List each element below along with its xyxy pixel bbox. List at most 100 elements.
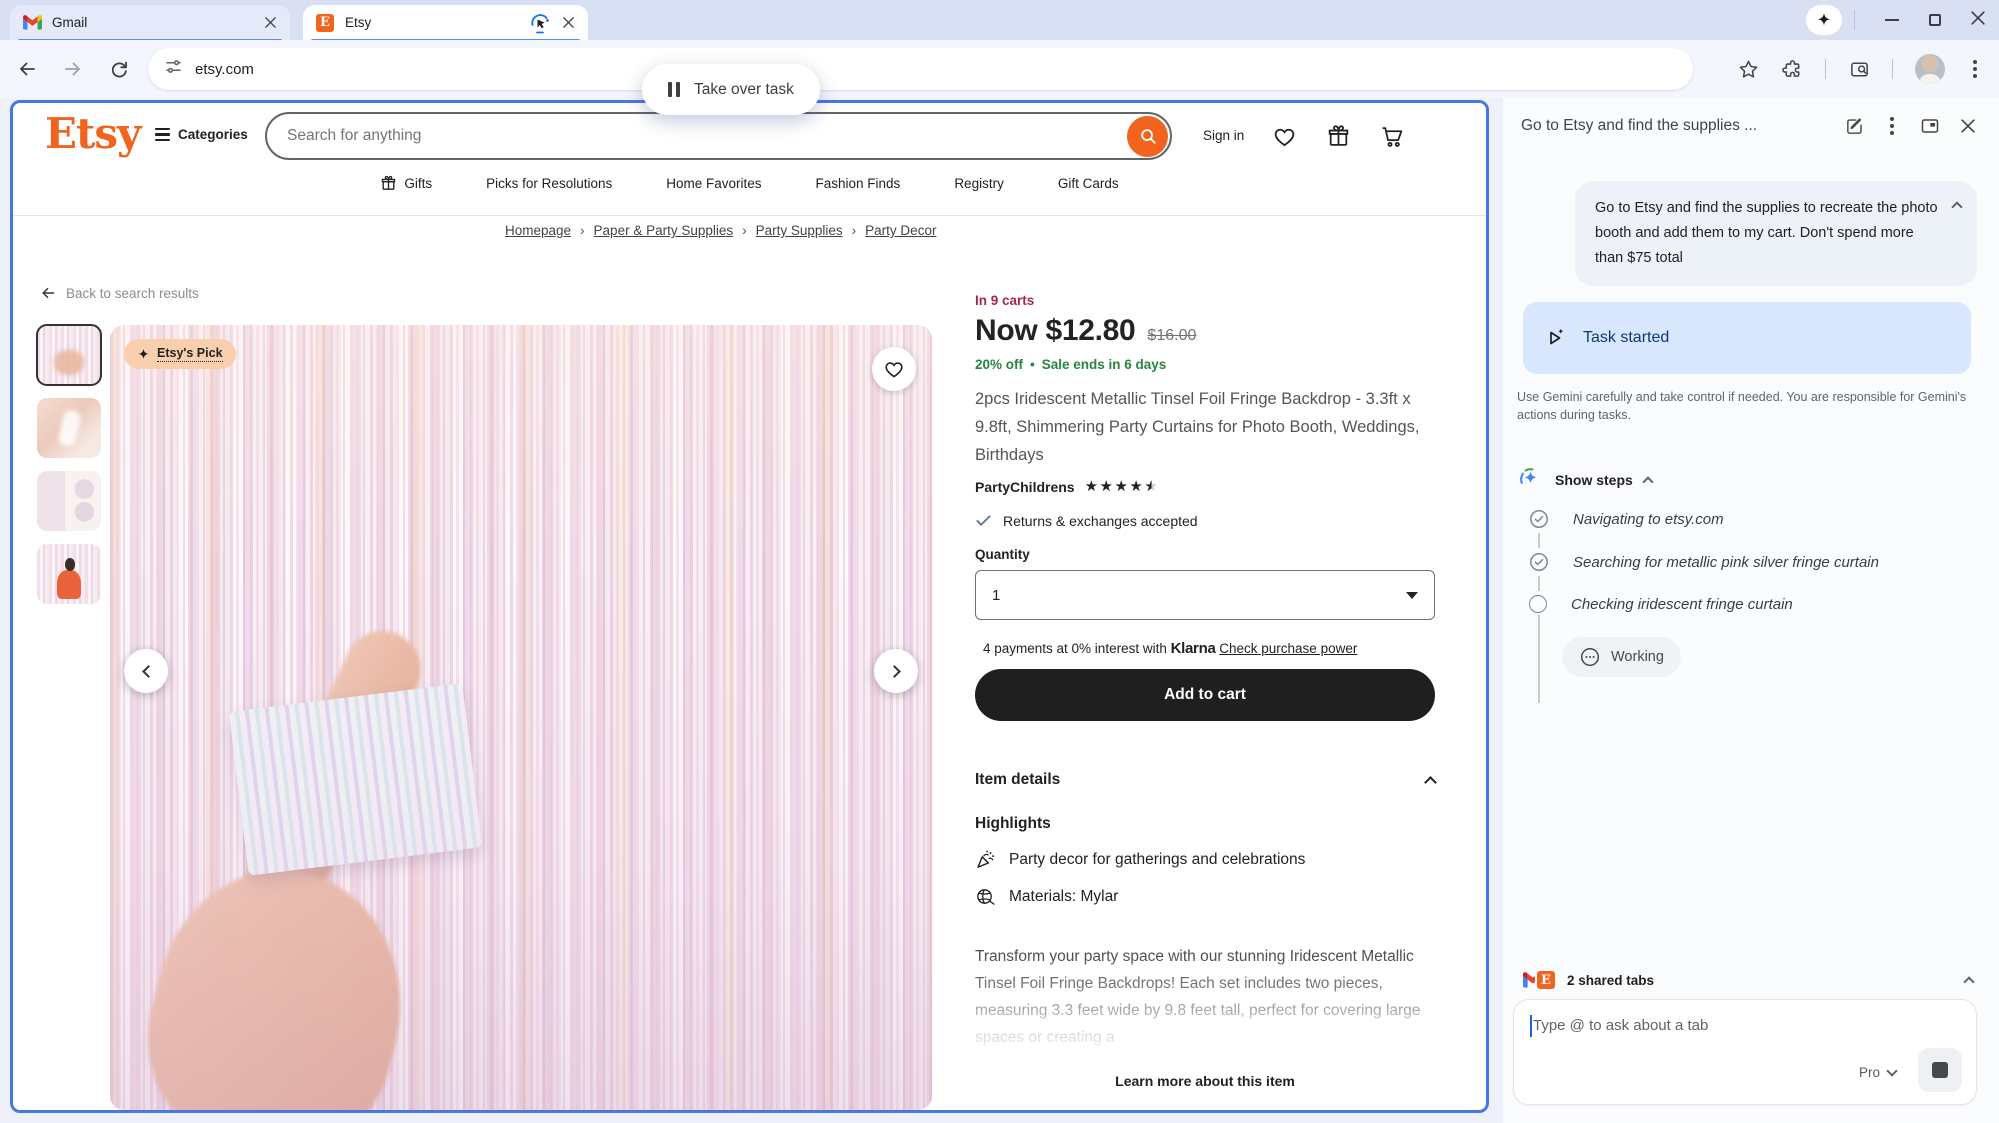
- gallery-prev-button[interactable]: [124, 649, 168, 693]
- stop-button[interactable]: [1918, 1048, 1962, 1092]
- learn-more-link[interactable]: Learn more about this item: [975, 1073, 1435, 1089]
- favorites-heart-icon[interactable]: [1269, 121, 1299, 151]
- breadcrumb-party-decor[interactable]: Party Decor: [865, 223, 936, 238]
- collapse-chevron-icon[interactable]: [1951, 201, 1962, 212]
- breadcrumb-party-supplies[interactable]: Party Supplies: [756, 223, 843, 238]
- shared-tab-favicons: E: [1523, 971, 1555, 989]
- step-item: Searching for metallic pink silver fring…: [1529, 552, 1999, 572]
- thumbnail-2[interactable]: [37, 398, 101, 458]
- chevron-up-icon: [1642, 476, 1653, 487]
- breadcrumb: Homepage › Paper & Party Supplies › Part…: [505, 223, 936, 238]
- tab-etsy[interactable]: E Etsy: [303, 5, 588, 40]
- favorite-heart-button[interactable]: [872, 347, 916, 391]
- quantity-select[interactable]: 1: [975, 570, 1435, 620]
- categories-button[interactable]: Categories: [155, 127, 248, 142]
- check-icon: [975, 512, 992, 529]
- close-window-button[interactable]: [1971, 11, 1985, 30]
- pop-out-icon[interactable]: [1919, 115, 1941, 137]
- profile-avatar[interactable]: [1915, 54, 1945, 84]
- address-bar[interactable]: etsy.com: [148, 48, 1693, 90]
- highlight-item: Materials: Mylar: [975, 886, 1435, 907]
- browser-window: Gmail E Etsy: [0, 0, 1999, 1123]
- forward-icon[interactable]: [62, 58, 84, 80]
- web-page: Etsy Categories Sign in Gifts Picks for: [10, 100, 1489, 1113]
- maximize-button[interactable]: [1929, 14, 1941, 26]
- star-icon: ★★★★: [1085, 478, 1145, 495]
- shared-tabs-row: E 2 shared tabs: [1523, 971, 1973, 989]
- highlights-heading: Highlights: [975, 815, 1435, 833]
- etsy-favicon: E: [315, 13, 335, 33]
- show-steps-toggle[interactable]: Show steps: [1517, 466, 1999, 493]
- browser-toolbar: etsy.com: [0, 40, 1999, 98]
- cart-icon[interactable]: [1377, 121, 1407, 151]
- nav-item-picks[interactable]: Picks for Resolutions: [486, 176, 612, 191]
- nav-item-home-favorites[interactable]: Home Favorites: [666, 176, 761, 191]
- site-settings-icon[interactable]: [164, 57, 183, 81]
- gemini-button[interactable]: [1806, 5, 1842, 35]
- task-play-icon: [1544, 326, 1568, 350]
- nav-item-fashion-finds[interactable]: Fashion Finds: [816, 176, 901, 191]
- close-icon[interactable]: [262, 15, 278, 31]
- back-icon[interactable]: [16, 58, 38, 80]
- search-button[interactable]: [1127, 116, 1168, 157]
- thumbnail-list: [37, 325, 105, 604]
- step-connector: [1538, 533, 1540, 548]
- klarna-note: 4 payments at 0% interest with Klarna Ch…: [975, 640, 1435, 657]
- url-text: etsy.com: [195, 61, 254, 78]
- nav-item-registry[interactable]: Registry: [954, 176, 1004, 191]
- etsy-logo[interactable]: Etsy: [45, 109, 140, 158]
- search-input[interactable]: [267, 127, 1127, 145]
- bookmark-star-icon[interactable]: [1737, 58, 1759, 80]
- step-item: Navigating to etsy.com: [1529, 509, 1999, 529]
- model-selector[interactable]: Pro: [1859, 1065, 1896, 1080]
- gifts-icon[interactable]: [1323, 121, 1353, 151]
- add-to-cart-button[interactable]: Add to cart: [975, 669, 1435, 721]
- tab-gmail[interactable]: Gmail: [10, 5, 290, 40]
- breadcrumb-paper-party[interactable]: Paper & Party Supplies: [594, 223, 734, 238]
- thumbnail-4[interactable]: [37, 544, 101, 604]
- extensions-icon[interactable]: [1781, 58, 1803, 80]
- price-was: $16.00: [1147, 327, 1196, 345]
- menu-kebab-icon[interactable]: [1973, 67, 1977, 71]
- quantity-label: Quantity: [975, 547, 1435, 562]
- divider: [1892, 59, 1893, 79]
- take-over-task-button[interactable]: Take over task: [642, 64, 820, 115]
- product-info: In 9 carts Now $12.80 $16.00 20% off • S…: [975, 287, 1435, 1089]
- gemini-agent-cursor-icon: [528, 11, 552, 35]
- breadcrumb-homepage[interactable]: Homepage: [505, 223, 571, 238]
- yarn-icon: [975, 886, 996, 907]
- step-check-icon: [1529, 552, 1549, 572]
- party-popper-icon: [975, 849, 996, 870]
- conversation-title: Go to Etsy and find the supplies ...: [1521, 117, 1827, 135]
- hand: [125, 845, 430, 1110]
- close-icon[interactable]: [560, 15, 576, 31]
- thumbnail-1[interactable]: [37, 325, 101, 385]
- chevron-up-icon: [1424, 776, 1437, 789]
- collapse-chevron-icon[interactable]: [1963, 976, 1974, 987]
- thumbnail-3[interactable]: [37, 471, 101, 531]
- minimize-button[interactable]: [1885, 19, 1899, 21]
- tab-search-icon[interactable]: [1848, 58, 1870, 80]
- divider: [1825, 59, 1826, 79]
- product-title: 2pcs Iridescent Metallic Tinsel Foil Fri…: [975, 385, 1435, 469]
- sign-in-button[interactable]: Sign in: [1203, 128, 1244, 143]
- nav-item-gift-cards[interactable]: Gift Cards: [1058, 176, 1119, 191]
- new-chat-icon[interactable]: [1843, 115, 1865, 137]
- check-purchase-power-link[interactable]: Check purchase power: [1219, 641, 1357, 656]
- nav-item-gifts[interactable]: Gifts: [380, 175, 432, 192]
- close-icon[interactable]: [1957, 115, 1979, 137]
- back-to-results-link[interactable]: Back to search results: [40, 285, 199, 301]
- item-details-toggle[interactable]: Item details: [975, 771, 1435, 789]
- rating-stars: ★★★★★: [1085, 477, 1158, 496]
- gift-icon: [380, 175, 397, 192]
- reload-icon[interactable]: [108, 58, 130, 80]
- step-pending-icon: [1529, 595, 1547, 613]
- seller-name[interactable]: PartyChildrens: [975, 479, 1075, 495]
- gallery-next-button[interactable]: [874, 649, 918, 693]
- menu-kebab-icon[interactable]: [1881, 115, 1903, 137]
- assistant-input[interactable]: [1533, 1008, 1856, 1042]
- etsys-pick-badge: Etsy's Pick: [124, 339, 236, 369]
- divider: [1854, 10, 1855, 30]
- pause-icon: [668, 82, 680, 97]
- product-image[interactable]: [110, 325, 932, 1110]
